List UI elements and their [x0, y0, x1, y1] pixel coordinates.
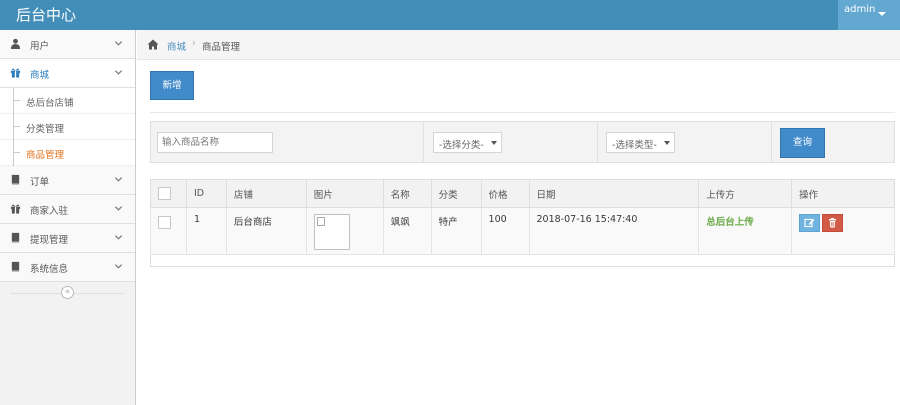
- gift-icon: [10, 204, 21, 214]
- breadcrumb-link-mall[interactable]: 商城: [167, 39, 186, 53]
- tree-line: [13, 88, 14, 114]
- chevron-down-icon: [114, 70, 123, 75]
- chevron-down-icon: [114, 41, 123, 46]
- delete-button[interactable]: [822, 214, 844, 232]
- divider: [771, 122, 772, 162]
- table-cell-price: 100: [480, 207, 530, 255]
- caret-down-icon: [491, 141, 497, 145]
- sidebar-item-mall[interactable]: 商城: [0, 59, 135, 88]
- sidebar-item-system-info[interactable]: 系统信息: [0, 253, 135, 282]
- user-icon: [10, 38, 21, 49]
- sidebar: 用户 商城 总后台店铺 分类管理 商品管理 订单 商家入驻 提现管理 系统信息: [0, 30, 136, 405]
- type-select-value: -选择类型-: [612, 140, 657, 151]
- table-header: 日期: [528, 179, 700, 208]
- chevron-down-icon: [114, 264, 123, 269]
- breadcrumb-separator: ›: [192, 38, 196, 49]
- products-table: ID 店铺 图片 名称 分类 价格 日期 上传方 操作 1 后台商店 飒飒 特产…: [150, 179, 895, 267]
- table-empty-row: [150, 254, 895, 267]
- uploader-label: 总后台上传: [706, 217, 754, 228]
- table-cell-date: 2018-07-16 15:47:40: [528, 207, 700, 255]
- table-cell-shop: 后台商店: [225, 207, 307, 255]
- product-image: [313, 214, 350, 250]
- sidebar-item-label: 订单: [30, 177, 50, 188]
- edit-button[interactable]: [799, 214, 821, 232]
- table-header: 操作: [791, 179, 895, 208]
- row-checkbox[interactable]: [158, 216, 171, 229]
- gift-icon: [10, 68, 21, 78]
- divider: [150, 112, 895, 113]
- user-name: admin: [844, 4, 876, 15]
- table-header-select: [150, 179, 187, 208]
- book-icon: [11, 174, 20, 185]
- table-cell-image: [305, 207, 384, 255]
- divider: [423, 122, 424, 162]
- category-select[interactable]: -选择分类-: [433, 132, 502, 153]
- sidebar-subitem-main-store[interactable]: 总后台店铺: [0, 88, 135, 114]
- sidebar-subitem-category[interactable]: 分类管理: [0, 114, 135, 140]
- tree-line: [13, 114, 14, 140]
- chevron-down-icon: [114, 177, 123, 182]
- sidebar-subitem-label: 商品管理: [26, 150, 65, 161]
- table-header: 上传方: [698, 179, 793, 208]
- table-cell-actions: [791, 207, 895, 255]
- table-header: ID: [185, 179, 227, 208]
- book-icon: [11, 232, 20, 243]
- tree-line: [13, 140, 14, 166]
- broken-image-icon: [316, 217, 325, 226]
- table-header: 图片: [305, 179, 384, 208]
- tree-line: [13, 126, 20, 127]
- table-header: 分类: [430, 179, 482, 208]
- app-title[interactable]: 后台中心: [16, 4, 76, 26]
- type-select[interactable]: -选择类型-: [606, 132, 675, 153]
- table-cell-uploader: 总后台上传: [698, 207, 793, 255]
- top-navbar: 后台中心 admin: [0, 0, 900, 30]
- caret-down-icon: [878, 12, 886, 16]
- select-all-checkbox[interactable]: [158, 186, 171, 200]
- table-footer-cell: [150, 254, 895, 267]
- tree-line: [13, 152, 20, 153]
- table-header: 店铺: [225, 179, 307, 208]
- chevron-down-icon: [114, 206, 123, 211]
- chevron-down-icon: [114, 235, 123, 240]
- sidebar-item-label: 系统信息: [30, 264, 69, 275]
- table-header-row: ID 店铺 图片 名称 分类 价格 日期 上传方 操作: [150, 179, 895, 208]
- sidebar-subitem-products[interactable]: 商品管理: [0, 140, 135, 166]
- caret-down-icon: [664, 141, 670, 145]
- trash-icon: [829, 218, 837, 228]
- sidebar-item-label: 提现管理: [30, 235, 69, 246]
- sidebar-item-merchant-join[interactable]: 商家入驻: [0, 195, 135, 224]
- tree-line: [13, 100, 20, 101]
- product-name-input[interactable]: [157, 132, 273, 153]
- table-cell-name: 飒飒: [382, 207, 432, 255]
- sidebar-item-label: 商家入驻: [30, 206, 69, 217]
- add-product-button[interactable]: 新增: [150, 71, 194, 100]
- collapse-sidebar-button[interactable]: «: [61, 286, 74, 299]
- breadcrumb: 商城 › 商品管理: [137, 30, 900, 60]
- sidebar-item-users[interactable]: 用户: [0, 30, 135, 59]
- sidebar-item-withdraw[interactable]: 提现管理: [0, 224, 135, 253]
- book-icon: [11, 261, 20, 272]
- sidebar-subitem-label: 总后台店铺: [26, 98, 74, 109]
- sidebar-collapse-bar: «: [0, 282, 135, 304]
- table-header: 价格: [480, 179, 530, 208]
- sidebar-subitem-label: 分类管理: [26, 124, 65, 135]
- table-header: 名称: [382, 179, 432, 208]
- sidebar-item-label: 用户: [30, 41, 50, 52]
- edit-icon: [804, 218, 815, 228]
- home-icon: [147, 39, 159, 50]
- divider: [597, 122, 598, 162]
- table-cell-select: [150, 207, 187, 255]
- category-select-value: -选择分类-: [439, 140, 484, 151]
- breadcrumb-current: 商品管理: [202, 42, 241, 53]
- search-panel: -选择分类- -选择类型- 查询: [150, 121, 895, 163]
- table-cell-category: 特产: [430, 207, 482, 255]
- sidebar-item-label: 商城: [30, 70, 50, 81]
- table-cell-id: 1: [185, 207, 227, 255]
- user-menu-button[interactable]: admin: [838, 0, 900, 30]
- query-button[interactable]: 查询: [780, 128, 825, 158]
- table-row: 1 后台商店 飒飒 特产 100 2018-07-16 15:47:40 总后台…: [150, 207, 895, 255]
- sidebar-item-orders[interactable]: 订单: [0, 166, 135, 195]
